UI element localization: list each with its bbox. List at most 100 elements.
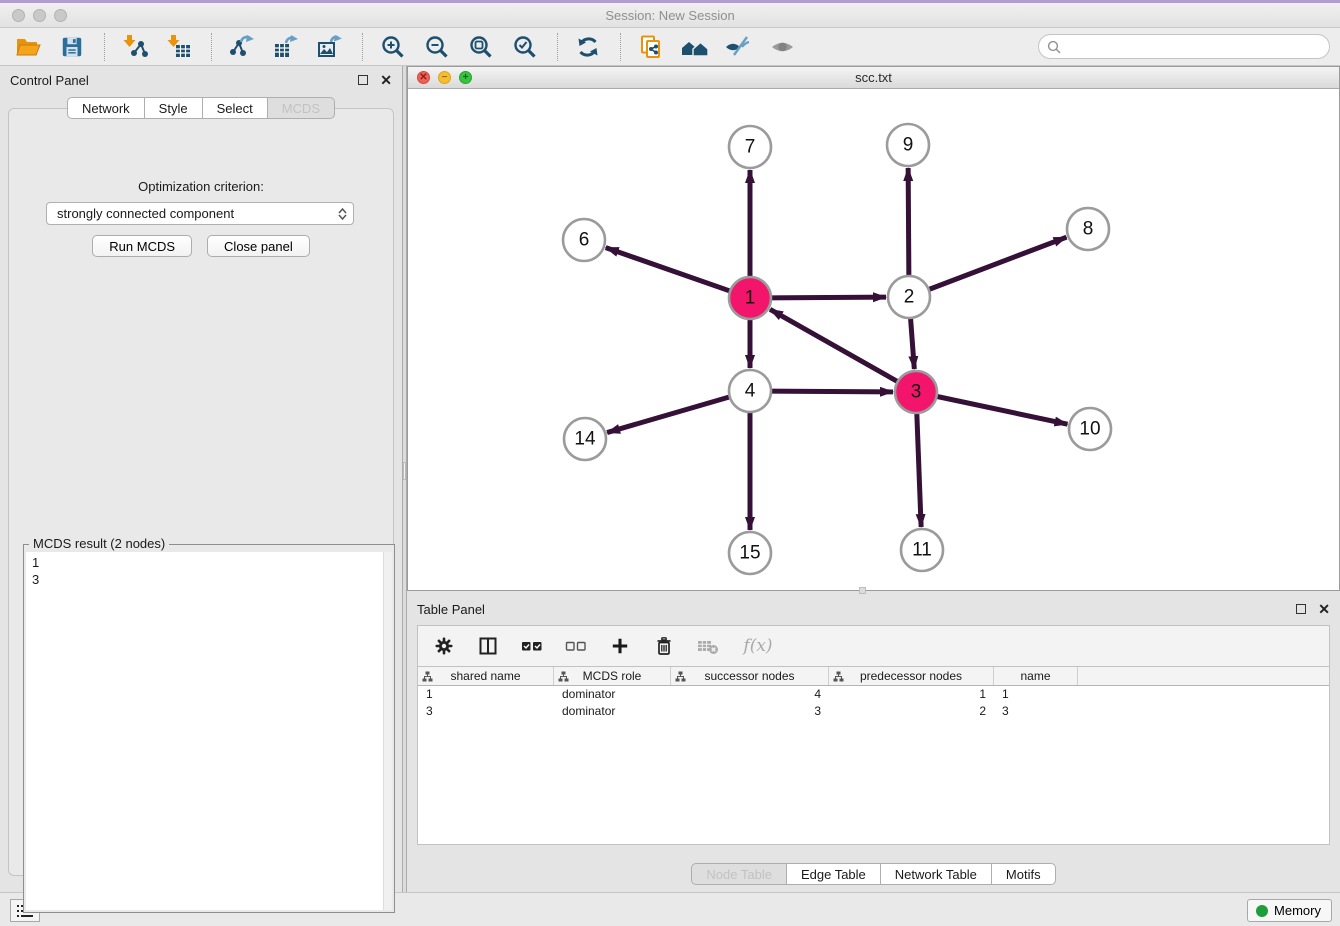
network-resize-handle[interactable]	[859, 587, 866, 594]
delete-table-button[interactable]	[696, 632, 720, 660]
zoom-fit-icon	[468, 34, 494, 60]
toolbar-separator	[211, 33, 212, 61]
clone-network-button[interactable]	[633, 32, 669, 62]
export-network-icon	[229, 34, 255, 60]
open-folder-icon	[15, 34, 41, 60]
graph-edge-3-11[interactable]	[917, 410, 921, 527]
tab-select[interactable]: Select	[203, 97, 268, 119]
clone-network-icon	[638, 34, 664, 60]
search-icon	[1047, 40, 1061, 54]
graph-edge-4-3[interactable]	[768, 391, 893, 392]
result-scrollbar[interactable]	[383, 552, 392, 910]
network-canvas[interactable]: 7968124314101511	[408, 89, 1339, 590]
gear-icon	[434, 636, 454, 656]
show-graphics-details-button[interactable]	[765, 32, 801, 62]
zoom-selected-icon	[512, 34, 538, 60]
graph-node-label-2: 2	[904, 287, 915, 308]
network-close-button[interactable]: ✕	[417, 71, 430, 84]
network-maximize-button[interactable]: +	[459, 71, 472, 84]
float-panel-icon[interactable]	[358, 75, 368, 85]
graph-edge-4-14[interactable]	[607, 396, 733, 433]
column-header-predecessor-nodes[interactable]: predecessor nodes	[829, 667, 994, 685]
tab-network[interactable]: Network	[67, 97, 145, 119]
delete-column-button[interactable]	[652, 632, 676, 660]
result-line: 3	[32, 571, 386, 588]
plus-icon	[611, 637, 629, 655]
close-panel-button[interactable]: Close panel	[207, 235, 310, 257]
zoom-out-icon	[424, 34, 450, 60]
network-minimize-button[interactable]: −	[438, 71, 451, 84]
export-table-button[interactable]	[268, 32, 304, 62]
home-icon	[681, 34, 709, 60]
column-header-successor-nodes[interactable]: successor nodes	[671, 667, 829, 685]
panel-splitter-handle[interactable]	[403, 462, 406, 480]
import-table-button[interactable]	[161, 32, 197, 62]
function-builder-button[interactable]: f(x)	[740, 632, 776, 660]
graph-edge-2-3[interactable]	[910, 315, 914, 369]
hierarchy-icon	[675, 671, 686, 682]
columns-icon	[478, 636, 498, 656]
zoom-selected-button[interactable]	[507, 32, 543, 62]
close-panel-icon[interactable]: ✕	[380, 73, 392, 87]
zoom-fit-button[interactable]	[463, 32, 499, 62]
tab-mcds[interactable]: MCDS	[268, 97, 335, 119]
graph-node-label-1: 1	[745, 288, 756, 309]
refresh-view-button[interactable]	[570, 32, 606, 62]
table-toolbar: f(x)	[417, 625, 1330, 667]
zoom-out-button[interactable]	[419, 32, 455, 62]
mcds-result-title: MCDS result (2 nodes)	[29, 536, 169, 551]
memory-label: Memory	[1274, 903, 1321, 918]
search-input[interactable]	[1066, 39, 1321, 54]
trash-icon	[654, 636, 674, 656]
table-row[interactable]: 3 dominator 3 2 3	[418, 703, 1329, 720]
show-column-panel-button[interactable]	[476, 632, 500, 660]
column-header-name[interactable]: name	[994, 667, 1078, 685]
tab-motifs[interactable]: Motifs	[992, 863, 1056, 885]
network-view-window: ✕ − + scc.txt 7968124314101511	[407, 66, 1340, 591]
close-table-panel-icon[interactable]: ✕	[1318, 602, 1330, 616]
fx-icon: f(x)	[743, 636, 772, 656]
export-network-button[interactable]	[224, 32, 260, 62]
table-options-button[interactable]	[432, 632, 456, 660]
zoom-in-button[interactable]	[375, 32, 411, 62]
graph-edge-2-8[interactable]	[926, 237, 1067, 290]
criterion-select[interactable]: strongly connected component	[46, 202, 354, 225]
graph-node-label-11: 11	[912, 540, 932, 561]
eye-slash-icon	[725, 34, 753, 60]
unselect-all-columns-button[interactable]	[564, 632, 588, 660]
graph-edge-1-2[interactable]	[768, 297, 886, 298]
mcds-result-group: MCDS result (2 nodes) 1 3	[23, 544, 395, 913]
memory-button[interactable]: Memory	[1247, 899, 1332, 922]
tab-style[interactable]: Style	[145, 97, 203, 119]
tab-node-table[interactable]: Node Table	[691, 863, 787, 885]
tab-edge-table[interactable]: Edge Table	[787, 863, 881, 885]
graph-edge-3-10[interactable]	[934, 396, 1068, 424]
save-icon	[60, 35, 84, 59]
column-header-mcds-role[interactable]: MCDS role	[554, 667, 671, 685]
float-table-panel-icon[interactable]	[1296, 604, 1306, 614]
graph-edge-3-1[interactable]	[770, 309, 900, 383]
run-mcds-button[interactable]: Run MCDS	[92, 235, 192, 257]
mcds-result-textarea[interactable]: 1 3	[26, 552, 392, 910]
export-image-button[interactable]	[312, 32, 348, 62]
graph-edge-2-9[interactable]	[908, 168, 909, 279]
hierarchy-icon	[833, 671, 844, 682]
save-session-button[interactable]	[54, 32, 90, 62]
column-header-shared-name[interactable]: shared name	[418, 667, 554, 685]
control-panel-title: Control Panel	[10, 73, 89, 88]
table-row[interactable]: 1 dominator 4 1 1	[418, 686, 1329, 703]
hierarchy-icon	[558, 671, 569, 682]
select-all-columns-button[interactable]	[520, 632, 544, 660]
import-network-button[interactable]	[117, 32, 153, 62]
app-titlebar: Session: New Session	[0, 3, 1340, 28]
home-views-button[interactable]	[677, 32, 713, 62]
result-line: 1	[32, 554, 386, 571]
graph-node-label-14: 14	[574, 429, 596, 450]
network-window-titlebar[interactable]: ✕ − + scc.txt	[408, 67, 1339, 89]
tab-network-table[interactable]: Network Table	[881, 863, 992, 885]
create-column-button[interactable]	[608, 632, 632, 660]
graph-edge-1-6[interactable]	[606, 248, 733, 292]
open-session-button[interactable]	[10, 32, 46, 62]
control-panel: Control Panel ✕ Network Style Select MCD…	[0, 66, 402, 892]
hide-graphics-details-button[interactable]	[721, 32, 757, 62]
